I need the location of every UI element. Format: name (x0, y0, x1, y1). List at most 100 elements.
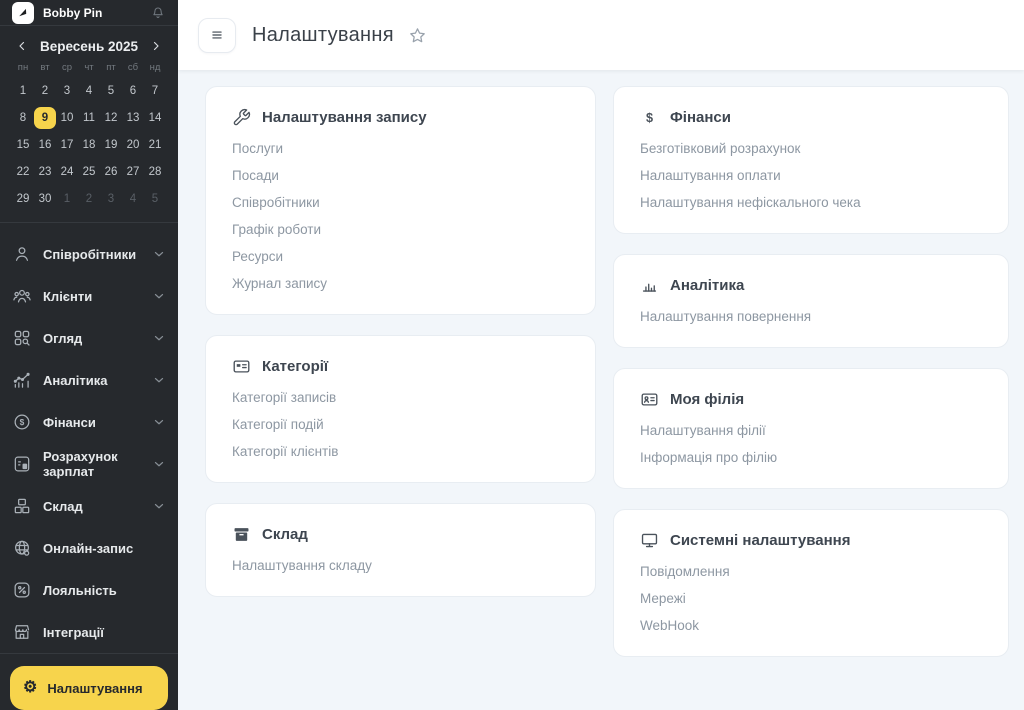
calendar-day[interactable]: 5 (100, 80, 122, 102)
calendar-day[interactable]: 5 (144, 188, 166, 210)
chevron-down-icon (152, 289, 166, 303)
chevron-down-icon (152, 373, 166, 387)
payroll-icon (12, 454, 32, 474)
card-link[interactable]: Повідомлення (640, 564, 982, 579)
card-link[interactable]: Налаштування складу (232, 558, 569, 573)
card-link[interactable]: Посади (232, 168, 569, 183)
sidebar-item-loyalty[interactable]: Лояльність (12, 569, 166, 611)
settings-card-system: Системні налаштування Повідомлення Мережі… (613, 509, 1009, 657)
calendar-day[interactable]: 14 (144, 107, 166, 129)
calendar-day[interactable]: 12 (100, 107, 122, 129)
sidebar-bottom: ⚙ Налаштування (0, 653, 178, 710)
online-booking-icon (12, 538, 32, 558)
card-link[interactable]: Категорії подій (232, 417, 569, 432)
calendar-weekday: вт (40, 62, 50, 73)
calendar-day[interactable]: 1 (56, 188, 78, 210)
card-link[interactable]: WebHook (640, 618, 982, 633)
sidebar-item-employees[interactable]: Співробітники (12, 233, 166, 275)
dollar-icon: $ (640, 108, 659, 127)
calendar-day[interactable]: 19 (100, 134, 122, 156)
card-link[interactable]: Інформація про філію (640, 450, 982, 465)
sidebar-item-finance[interactable]: $ Фінанси (12, 401, 166, 443)
card-link[interactable]: Мережі (640, 591, 982, 606)
settings-card-record-settings: Налаштування запису Послуги Посади Співроб… (205, 86, 596, 315)
card-link[interactable]: Налаштування оплати (640, 168, 982, 183)
sidebar-item-settings-active[interactable]: ⚙ Налаштування (10, 666, 168, 710)
page-title: Налаштування (252, 23, 394, 46)
monitor-icon (640, 531, 659, 550)
sidebar-item-label: Налаштування (47, 680, 143, 696)
calendar-day[interactable]: 23 (34, 161, 56, 183)
card-link[interactable]: Графік роботи (232, 222, 569, 237)
calendar-day[interactable]: 8 (12, 107, 34, 129)
sidebar-item-overview[interactable]: Огляд (12, 317, 166, 359)
calendar-day[interactable]: 13 (122, 107, 144, 129)
calendar-day[interactable]: 2 (78, 188, 100, 210)
calendar-month-label: Вересень 2025 (39, 38, 139, 54)
calendar-day[interactable]: 24 (56, 161, 78, 183)
chevron-down-icon (152, 499, 166, 513)
calendar-day[interactable]: 4 (78, 80, 100, 102)
calendar-day[interactable]: 7 (144, 80, 166, 102)
calendar-day[interactable]: 2 (34, 80, 56, 102)
calendar-prev-icon[interactable] (14, 38, 30, 54)
settings-content: Налаштування запису Послуги Посади Співроб… (178, 70, 1024, 710)
calendar-day[interactable]: 11 (78, 107, 100, 129)
calendar-day[interactable]: 29 (12, 188, 34, 210)
card-link[interactable]: Співробітники (232, 195, 569, 210)
calendar-day[interactable]: 17 (56, 134, 78, 156)
calendar-day[interactable]: 26 (100, 161, 122, 183)
id-card-icon (232, 357, 251, 376)
calendar-day[interactable]: 22 (12, 161, 34, 183)
card-link[interactable]: Налаштування повернення (640, 309, 982, 324)
calendar-day[interactable]: 1 (12, 80, 34, 102)
settings-card-warehouse: Склад Налаштування складу (205, 503, 596, 597)
calendar-day[interactable]: 20 (122, 134, 144, 156)
calendar-day[interactable]: 28 (144, 161, 166, 183)
sidebar-nav: Співробітники Клієнти Огляд Аналітика $ … (0, 223, 178, 653)
calendar-day[interactable]: 15 (12, 134, 34, 156)
archive-icon (232, 525, 251, 544)
calendar-day[interactable]: 16 (34, 134, 56, 156)
card-link[interactable]: Категорії клієнтів (232, 444, 569, 459)
calendar-day[interactable]: 21 (144, 134, 166, 156)
card-link[interactable]: Безготівковий розрахунок (640, 141, 982, 156)
sidebar-item-label: Онлайн-запис (43, 540, 134, 556)
favorite-star-icon[interactable] (408, 26, 427, 45)
sidebar-item-clients[interactable]: Клієнти (12, 275, 166, 317)
notifications-bell-icon[interactable] (150, 5, 166, 21)
calendar-day[interactable]: 25 (78, 161, 100, 183)
card-link[interactable]: Журнал запису (232, 276, 569, 291)
calendar-day[interactable]: 30 (34, 188, 56, 210)
sidebar-item-payroll[interactable]: Розрахунок зарплат (12, 443, 166, 485)
calendar-day[interactable]: 4 (122, 188, 144, 210)
calendar-day[interactable]: 6 (122, 80, 144, 102)
calendar-day[interactable]: 3 (56, 80, 78, 102)
calendar-weekday: пт (106, 62, 116, 73)
card-title: Категорії (232, 357, 569, 376)
sidebar-item-online-booking[interactable]: Онлайн-запис (12, 527, 166, 569)
calendar-day-selected[interactable]: 9 (34, 107, 56, 129)
card-link[interactable]: Послуги (232, 141, 569, 156)
card-link[interactable]: Ресурси (232, 249, 569, 264)
overview-icon (12, 328, 32, 348)
card-link[interactable]: Налаштування нефіскального чека (640, 195, 982, 210)
card-title: Моя філія (640, 390, 982, 409)
calendar-day[interactable]: 3 (100, 188, 122, 210)
calendar-day[interactable]: 18 (78, 134, 100, 156)
sidebar-item-warehouse[interactable]: Склад (12, 485, 166, 527)
hamburger-menu-button[interactable] (198, 17, 236, 53)
sidebar-item-label: Інтеграції (43, 624, 104, 640)
calendar-day[interactable]: 10 (56, 107, 78, 129)
settings-card-my-branch: Моя філія Налаштування філії Інформація п… (613, 368, 1009, 489)
sidebar-item-integrations[interactable]: Інтеграції (12, 611, 166, 653)
card-link[interactable]: Налаштування філії (640, 423, 982, 438)
calendar-next-icon[interactable] (148, 38, 164, 54)
card-link[interactable]: Категорії записів (232, 390, 569, 405)
sidebar-item-analytics[interactable]: Аналітика (12, 359, 166, 401)
card-title: Системні налаштування (640, 531, 982, 550)
gear-icon: ⚙ (23, 679, 38, 696)
sidebar: Bobby Pin Вересень 2025 пн вт ср чт пт сб нд 1 2… (0, 0, 178, 710)
calendar-day[interactable]: 27 (122, 161, 144, 183)
settings-card-finance: $ Фінанси Безготівковий розрахунок Налашт… (613, 86, 1009, 234)
